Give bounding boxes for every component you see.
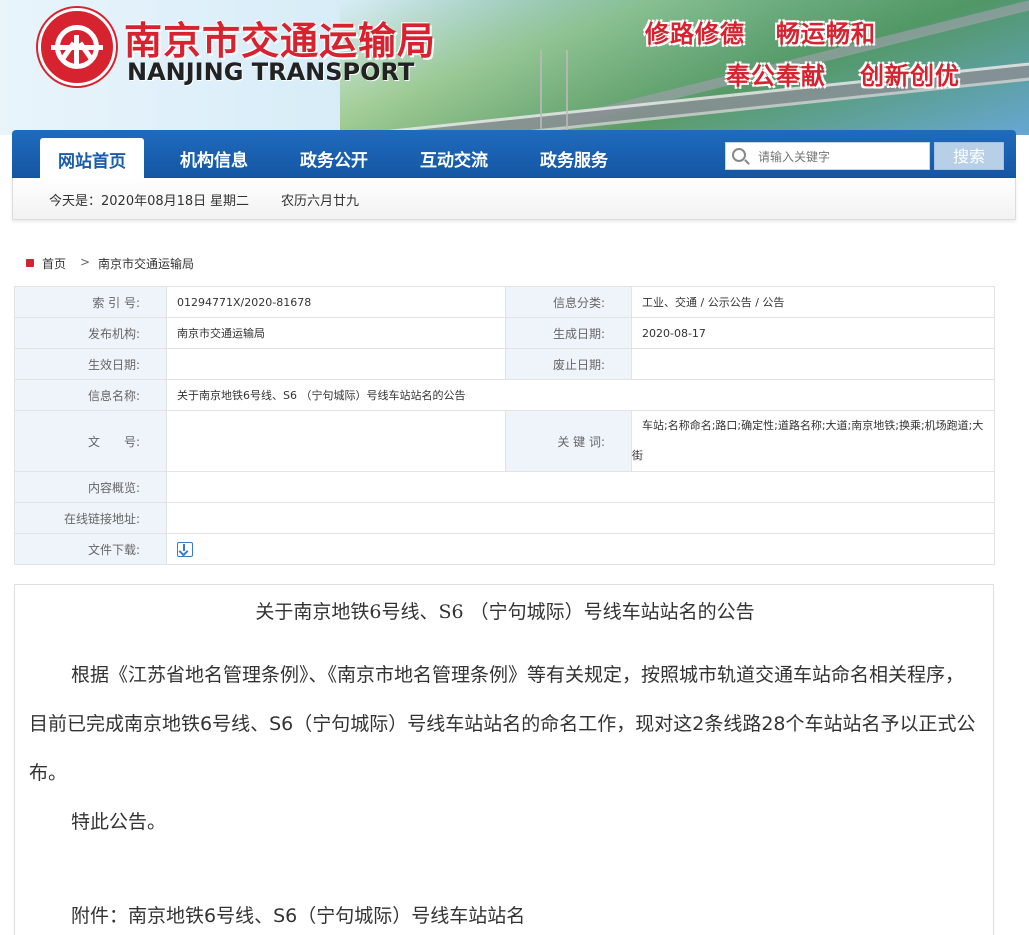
breadcrumb-current-link[interactable]: 南京市交通运输局 xyxy=(98,255,194,272)
summary-value xyxy=(166,471,995,503)
doc-number-value xyxy=(166,410,506,472)
nav-item-interaction[interactable]: 互动交流 xyxy=(420,146,488,171)
breadcrumb-marker-icon xyxy=(26,259,34,267)
slogan: 奉公奉献 xyxy=(726,62,826,90)
effective-date-value xyxy=(166,348,506,380)
keywords-value: 车站;名称命名;路口;确定性;道路名称;大道;南京地铁;换乘;机场跑道;大街 xyxy=(631,410,995,472)
weekday: 星期二 xyxy=(210,194,250,209)
category-label: 信息分类: xyxy=(505,286,632,318)
created-date-label: 生成日期: xyxy=(505,317,632,349)
nav-bar: 网站首页 机构信息 政务公开 互动交流 政务服务 搜索 xyxy=(12,130,1016,178)
summary-label: 内容概览: xyxy=(14,471,167,503)
table-row: 发布机构: 南京市交通运输局 生成日期: 2020-08-17 xyxy=(14,317,995,349)
article-paragraph: 根据《江苏省地名管理条例》、《南京市地名管理条例》等有关规定，按照城市轨道交通车… xyxy=(29,664,976,784)
slogan: 畅运畅和 xyxy=(776,20,876,48)
article-title: 关于南京地铁6号线、S6 （宁句城际）号线车站站名的公告 xyxy=(255,601,755,623)
search-input[interactable] xyxy=(758,147,924,167)
table-row: 索 引 号: 01294771X/2020-81678 信息分类: 工业、交通 … xyxy=(14,286,995,318)
created-date-value: 2020-08-17 xyxy=(631,317,995,349)
transport-logo-icon[interactable] xyxy=(38,8,116,86)
expire-date-value xyxy=(631,348,995,380)
table-row: 内容概览: xyxy=(14,471,995,503)
index-value: 01294771X/2020-81678 xyxy=(166,286,506,318)
article-paragraph: 特此公告。 xyxy=(71,811,167,833)
slogan: 修路修德 xyxy=(645,20,745,48)
today-date: 今天是：2020年08月18日 xyxy=(49,194,207,209)
table-row: 文件下载: xyxy=(14,533,995,565)
breadcrumb-home-link[interactable]: 首页 xyxy=(42,255,66,272)
nav-item-organization[interactable]: 机构信息 xyxy=(180,146,248,171)
site-logo-title[interactable]: 南京市交通运输局 xyxy=(124,10,436,65)
online-link-label: 在线链接地址: xyxy=(14,502,167,534)
main-navigation: 网站首页 机构信息 政务公开 互动交流 政务服务 搜索 今天是：2020年08月… xyxy=(12,130,1016,220)
online-link-value xyxy=(166,502,995,534)
table-row: 文 号: 关 键 词: 车站;名称命名;路口;确定性;道路名称;大道;南京地铁;… xyxy=(14,410,995,472)
slogan: 创新创优 xyxy=(860,62,960,90)
breadcrumb-separator: > xyxy=(80,255,91,269)
search-button[interactable]: 搜索 xyxy=(934,142,1004,170)
nav-item-public-affairs[interactable]: 政务公开 xyxy=(300,146,368,171)
site-logo-subtitle: NANJING TRANSPORT xyxy=(127,58,415,86)
search-icon xyxy=(732,148,746,162)
nav-item-services[interactable]: 政务服务 xyxy=(540,146,608,171)
doc-number-label: 文 号: xyxy=(14,410,167,472)
keywords-label: 关 键 词: xyxy=(505,410,632,472)
download-icon[interactable] xyxy=(177,541,193,557)
search-box xyxy=(725,142,930,170)
info-name-label: 信息名称: xyxy=(14,379,167,411)
article-content: 关于南京地铁6号线、S6 （宁句城际）号线车站站名的公告 根据《江苏省地名管理条… xyxy=(14,584,994,935)
file-download-label: 文件下载: xyxy=(14,533,167,565)
index-label: 索 引 号: xyxy=(14,286,167,318)
publisher-value: 南京市交通运输局 xyxy=(166,317,506,349)
publisher-label: 发布机构: xyxy=(14,317,167,349)
info-name-value: 关于南京地铁6号线、S6 （宁句城际）号线车站站名的公告 xyxy=(166,379,995,411)
article-body: 根据《江苏省地名管理条例》、《南京市地名管理条例》等有关规定，按照城市轨道交通车… xyxy=(29,651,979,847)
table-row: 信息名称: 关于南京地铁6号线、S6 （宁句城际）号线车站站名的公告 xyxy=(14,379,995,411)
lunar-date: 农历六月廿九 xyxy=(281,194,360,209)
document-metadata-table: 索 引 号: 01294771X/2020-81678 信息分类: 工业、交通 … xyxy=(14,286,995,565)
table-row: 生效日期: 废止日期: xyxy=(14,348,995,380)
date-bar: 今天是：2020年08月18日 星期二 农历六月廿九 xyxy=(12,178,1016,220)
expire-date-label: 废止日期: xyxy=(505,348,632,380)
effective-date-label: 生效日期: xyxy=(14,348,167,380)
article-attachment-link[interactable]: 附件：南京地铁6号线、S6（宁句城际）号线车站站名 xyxy=(71,901,525,928)
file-download-cell xyxy=(166,533,995,565)
site-banner: 南京市交通运输局 NANJING TRANSPORT 修路修德 畅运畅和 奉公奉… xyxy=(0,0,1029,135)
category-value: 工业、交通 / 公示公告 / 公告 xyxy=(631,286,995,318)
banner-pylon-decoration xyxy=(540,50,568,130)
table-row: 在线链接地址: xyxy=(14,502,995,534)
nav-item-home[interactable]: 网站首页 xyxy=(40,138,144,178)
